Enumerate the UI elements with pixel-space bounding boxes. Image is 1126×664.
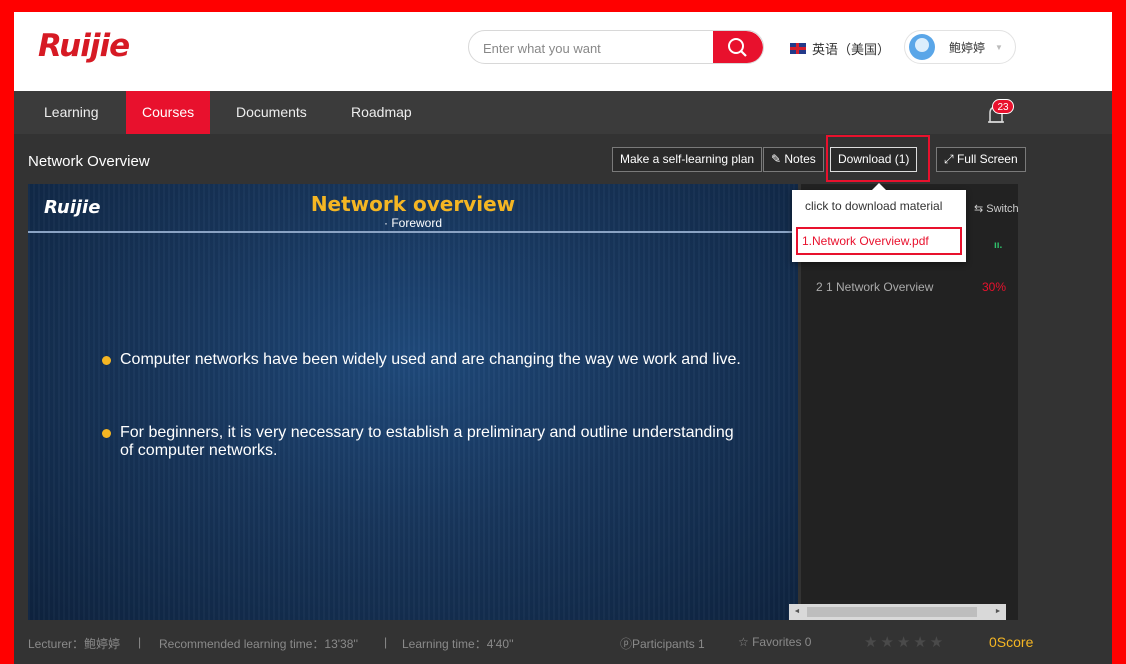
notes-button[interactable]: ✎ Notes	[763, 147, 824, 172]
lesson-progress: 30%	[982, 280, 1007, 294]
download-dropdown-title: click to download material	[805, 199, 943, 213]
course-title: Network Overview	[28, 153, 150, 170]
separator: |	[138, 635, 142, 649]
participants: ⓟParticipants 1	[620, 637, 705, 651]
self-learning-plan-button[interactable]: Make a self-learning plan	[612, 147, 763, 172]
nav-learning[interactable]: Learning	[28, 91, 115, 134]
slide-title: Network overview	[310, 192, 516, 216]
avatar	[909, 34, 935, 60]
slide-divider	[28, 231, 798, 233]
top-header: Ruijie 英语（美国） 鲍婷婷 ▼	[14, 12, 1112, 91]
language-label: 英语（美国）	[812, 43, 891, 58]
horizontal-scrollbar[interactable]: ◄ ►	[789, 604, 1006, 620]
switch-button[interactable]: ⇆ Switch	[974, 202, 1019, 215]
slide-bullet-1: Computer networks have been widely used …	[120, 351, 741, 368]
language-selector[interactable]: 英语（美国）	[790, 39, 890, 58]
slide-subtitle: · Foreword	[383, 216, 442, 230]
notes-label: Notes	[784, 152, 816, 166]
download-file-link[interactable]: 1.Network Overview.pdf	[796, 227, 962, 255]
bullet-dot	[102, 429, 111, 438]
full-screen-button[interactable]: ⤢ Full Screen	[936, 147, 1026, 172]
user-menu[interactable]: 鲍婷婷 ▼	[904, 30, 1016, 64]
pencil-icon: ✎	[771, 152, 785, 166]
nav-roadmap[interactable]: Roadmap	[335, 91, 428, 134]
search-input[interactable]	[483, 37, 703, 59]
search-icon	[728, 38, 747, 57]
nav-documents[interactable]: Documents	[220, 91, 323, 134]
expand-icon: ⤢	[944, 152, 957, 166]
score: 0Score	[989, 634, 1034, 650]
rating-stars[interactable]: ★★★★★	[864, 633, 946, 651]
scroll-right-arrow[interactable]: ►	[992, 606, 1004, 618]
main-nav: Learning Courses Documents Roadmap 23	[14, 91, 1112, 134]
recommended-time: Recommended learning time：13'38''	[159, 637, 358, 651]
slide-bullet-2-line-2: of computer networks.	[120, 442, 278, 459]
lesson-item[interactable]: 2 1 Network Overview	[816, 280, 933, 294]
full-screen-label: Full Screen	[956, 152, 1018, 166]
scrollbar-thumb[interactable]	[807, 607, 977, 617]
video-slide[interactable]: Ruijie Network overview · Foreword Compu…	[28, 184, 798, 620]
course-info-bar: Lecturer：鲍婷婷 | Recommended learning time…	[28, 620, 1034, 664]
search-button[interactable]	[713, 31, 763, 63]
ruijie-logo[interactable]: Ruijie	[38, 28, 130, 64]
slide-bullet-2-line-1: For beginners, it is very necessary to e…	[120, 424, 734, 441]
separator: |	[384, 635, 388, 649]
notification-button[interactable]: 23	[982, 99, 1014, 127]
uk-flag-icon	[790, 43, 806, 54]
download-button[interactable]: Download (1)	[830, 147, 918, 172]
notification-badge: 23	[992, 99, 1014, 114]
learning-time: Learning time：4'40''	[402, 637, 514, 651]
user-name: 鲍婷婷	[949, 40, 986, 55]
chevron-down-icon: ▼	[995, 42, 1003, 52]
download-dropdown: click to download material 1.Network Ove…	[792, 183, 966, 262]
favorites-button[interactable]: ☆ Favorites 0	[738, 635, 811, 649]
search-box	[468, 30, 764, 64]
course-player-area: Network Overview Make a self-learning pl…	[14, 134, 1112, 664]
scroll-left-arrow[interactable]: ◄	[791, 606, 803, 618]
bullet-dot	[102, 356, 111, 365]
playing-indicator-icon: ıı.	[994, 240, 1003, 251]
nav-courses[interactable]: Courses	[126, 91, 211, 134]
lecturer: Lecturer：鲍婷婷	[28, 637, 121, 651]
